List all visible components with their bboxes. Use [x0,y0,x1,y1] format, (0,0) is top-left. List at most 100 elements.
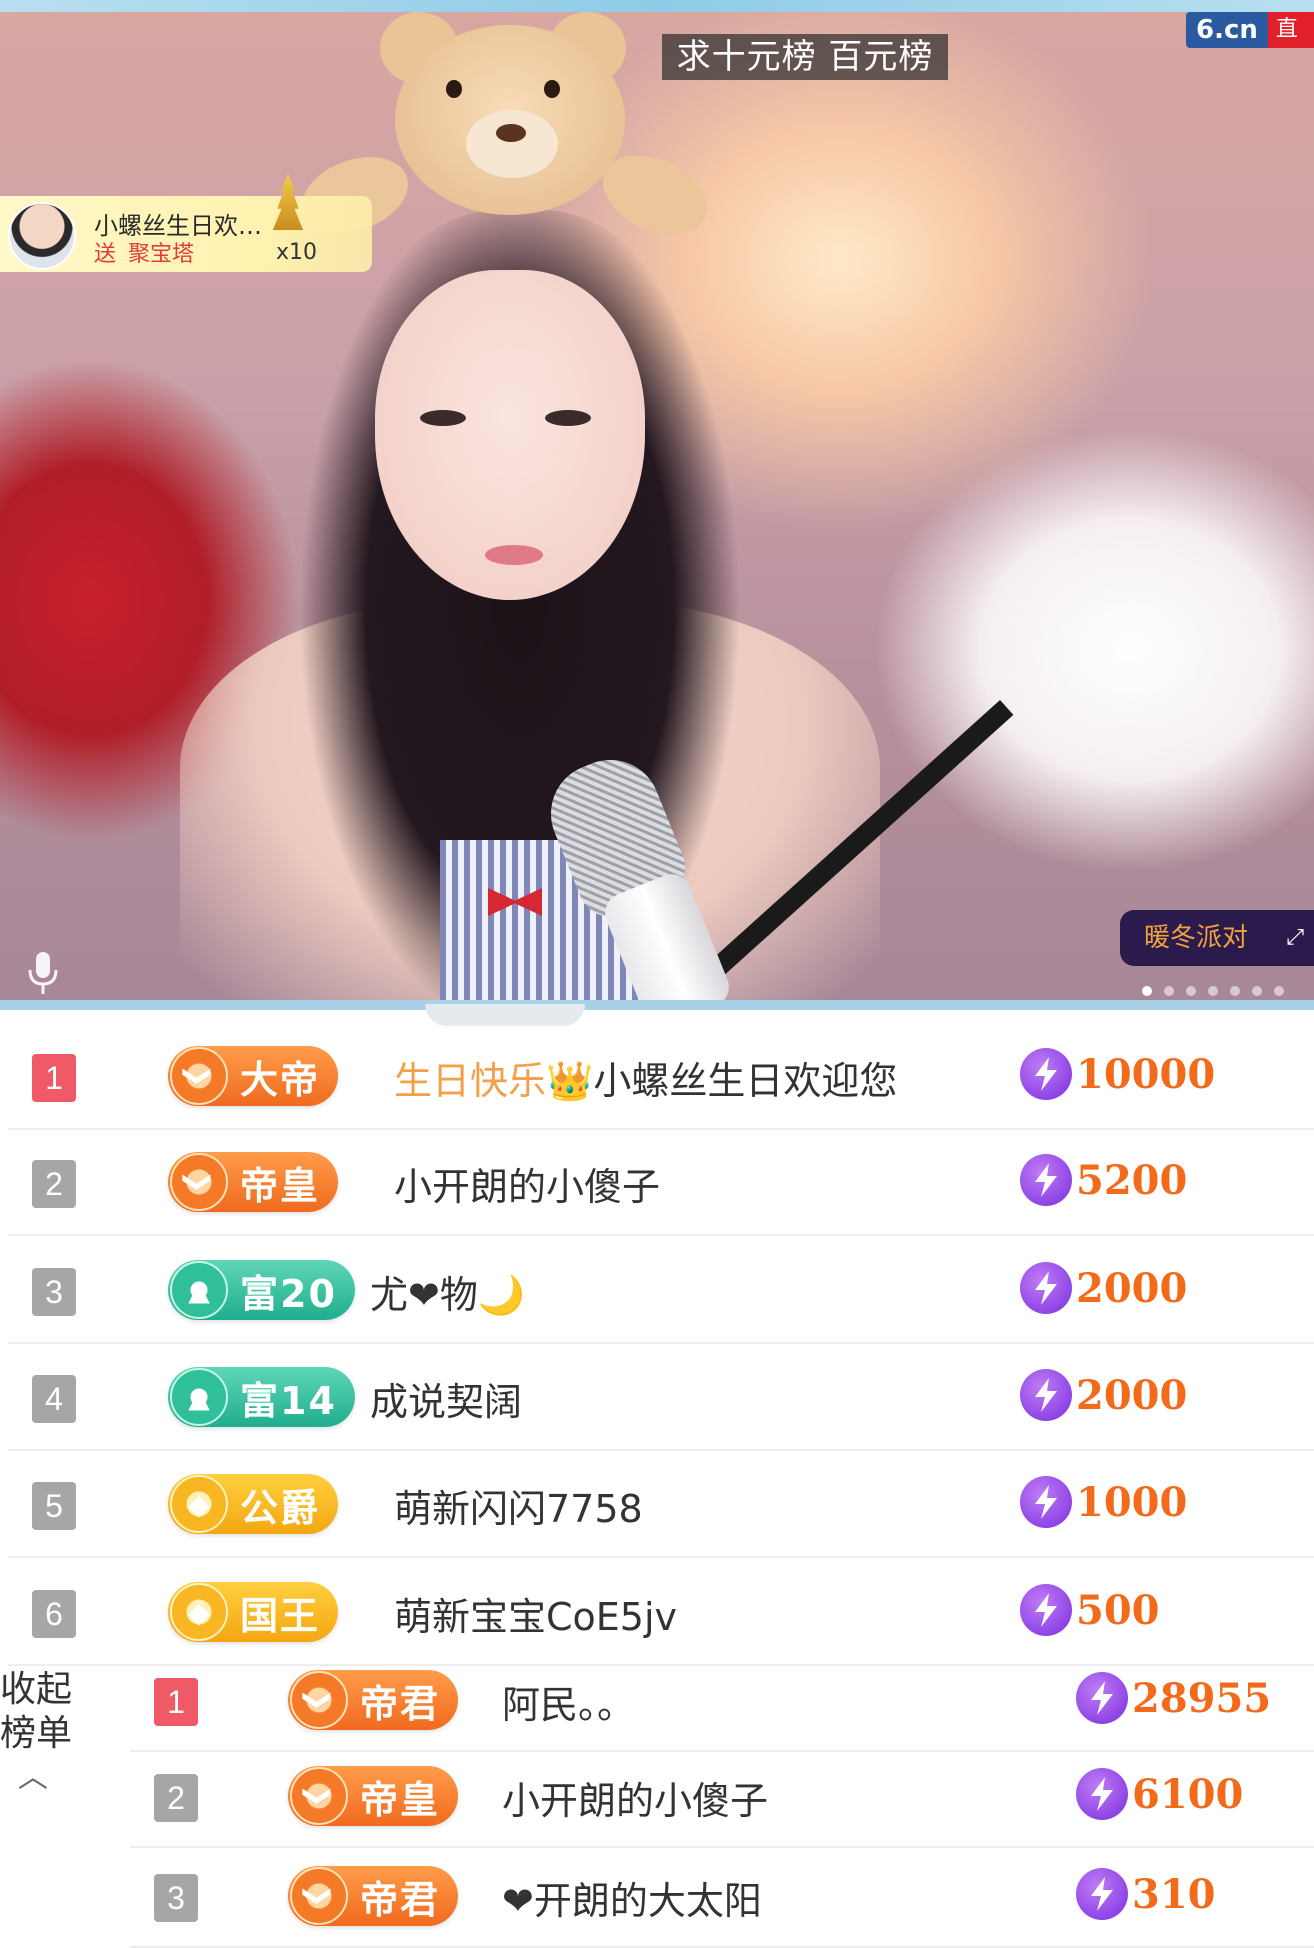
badge-label: 帝皇 [240,1163,321,1208]
site-logo[interactable]: 6.cn 直播 [1186,12,1314,48]
badge-label: 帝皇 [360,1777,441,1822]
table-row[interactable]: 2 ❯ 帝皇 小开朗的小傻子 5200 [8,1130,1314,1236]
lightning-icon [1020,1048,1072,1100]
score-value: 2000 [1076,1264,1188,1312]
score-value: 6100 [1132,1770,1244,1818]
username[interactable]: ❤开朗的大太阳 [502,1870,762,1925]
badge-label: 富20 [240,1271,337,1316]
table-row[interactable]: 4 ▲ 富14 成说契阔 2000 [8,1345,1314,1451]
lightning-icon [1020,1262,1072,1314]
username[interactable]: 生日快乐👑小螺丝生日欢迎您 [394,1050,897,1105]
carousel-dot[interactable] [1186,986,1196,996]
username-text: 阿民。。 [502,1683,636,1727]
table-row[interactable]: 5 ◆ 公爵 萌新闪闪7758 1000 [8,1452,1314,1558]
rank-number: 3 [154,1874,198,1922]
rank-number: 4 [32,1375,76,1423]
score-value: 2000 [1076,1371,1188,1419]
top-strip [0,0,1314,12]
gift-name: 聚宝塔 [128,242,195,267]
table-row[interactable]: 1 ❯ 大帝 生日快乐👑小螺丝生日欢迎您 10000 [8,1024,1314,1130]
contribution-score: 2000 [1020,1262,1187,1314]
carousel-dot[interactable] [1142,986,1152,996]
party-label: 暖冬派对 [1144,923,1249,953]
bear-eye-left [446,80,462,98]
gift-count: x10 [276,240,318,265]
username-text: 萌新闪闪7758 [394,1487,643,1531]
score-value: 500 [1076,1586,1160,1634]
collapse-label-line2: 榜单 [0,1713,73,1754]
username[interactable]: 阿民。。 [502,1674,635,1729]
carousel-dots[interactable] [1142,986,1284,996]
badge-label: 大帝 [240,1057,321,1102]
contribution-score: 10000 [1020,1048,1215,1100]
carousel-dot[interactable] [1252,986,1262,996]
rank-number: 2 [32,1160,76,1208]
badge-label: 帝君 [360,1681,441,1726]
lightning-icon [1020,1154,1072,1206]
live-video[interactable]: 求十元榜 百元榜 6.cn 直播 小螺丝生日欢… 送聚宝塔 x10 暖冬派对 ⤢ [0,0,1314,1000]
expand-icon[interactable]: ⤢ [1286,910,1304,966]
lightning-icon [1076,1868,1128,1920]
bear-muzzle [466,110,558,178]
contribution-score: 2000 [1020,1369,1187,1421]
crown-icon: 👑 [546,1059,594,1103]
noble-rank-icon: ❯ [170,1047,228,1105]
lightning-icon [1076,1672,1128,1724]
carousel-dot[interactable] [1164,986,1174,996]
contribution-score: 310 [1076,1868,1216,1920]
badge-label: 国王 [240,1593,321,1638]
badge-label: 公爵 [240,1485,321,1530]
username-text: 尤❤物🌙 [370,1273,526,1317]
pagoda-gift-icon [272,174,304,230]
gift-toast: 小螺丝生日欢… 送聚宝塔 x10 [0,174,372,272]
gift-send-label: 送 [94,242,117,267]
collapse-ranking-button[interactable]: 收起 榜单 ︿ [0,1668,80,1800]
table-row[interactable]: 2 ❯ 帝皇 小开朗的小傻子 6100 [130,1748,1314,1848]
level-badge: ❯ 大帝 [168,1046,339,1106]
carousel-dot[interactable] [1274,986,1284,996]
drag-handle[interactable] [425,1004,585,1026]
rank-number: 2 [154,1774,198,1822]
collapse-label-line1: 收起 [0,1669,73,1710]
bear-nose [496,124,526,142]
noble-rank-icon: ❯ [290,1671,348,1729]
table-row[interactable]: 3 ❯ 帝君 ❤开朗的大太阳 310 [130,1848,1314,1948]
lightning-icon [1076,1768,1128,1820]
score-value: 1000 [1076,1478,1188,1526]
lightning-icon [1020,1476,1072,1528]
username-text: 成说契阔 [370,1380,523,1424]
carousel-dot[interactable] [1208,986,1218,996]
party-event-button[interactable]: 暖冬派对 ⤢ [1120,910,1314,966]
avatar[interactable] [8,202,76,270]
rank-number: 3 [32,1268,76,1316]
username[interactable]: 萌新闪闪7758 [394,1478,643,1533]
score-value: 5200 [1076,1156,1188,1204]
gift-description: 送聚宝塔 [94,236,194,268]
noble-rank-icon: ❯ [170,1153,228,1211]
level-badge: ❯ 帝君 [288,1866,459,1926]
level-badge: ◆ 公爵 [168,1474,339,1534]
streamer-eye-right [545,410,591,426]
streamer-eye-left [420,410,466,426]
video-bottom-bar [0,1000,1314,1010]
username-text: 小开朗的小傻子 [394,1165,661,1209]
table-row[interactable]: 3 ▲ 富20 尤❤物🌙 2000 [8,1238,1314,1344]
noble-rank-icon: ❯ [290,1767,348,1825]
username[interactable]: 成说契阔 [370,1371,522,1426]
username[interactable]: 尤❤物🌙 [370,1264,525,1319]
level-badge: ❯ 帝君 [288,1670,459,1730]
table-row[interactable]: 1 ❯ 帝君 阿民。。 28955 [130,1652,1314,1752]
score-value: 28955 [1132,1674,1272,1722]
table-row[interactable]: 6 ◆ 国王 萌新宝宝CoE5jv 500 [8,1560,1314,1666]
microphone-icon[interactable] [26,950,60,996]
rank-number: 5 [32,1482,76,1530]
username[interactable]: 小开朗的小傻子 [394,1156,660,1211]
wealth-level-icon: ▲ [170,1368,228,1426]
username[interactable]: 小开朗的小傻子 [502,1770,768,1825]
badge-label: 富14 [240,1378,337,1423]
noble-rank-icon: ◆ [170,1583,228,1641]
noble-rank-icon: ❯ [290,1867,348,1925]
contribution-score: 500 [1020,1584,1160,1636]
carousel-dot[interactable] [1230,986,1240,996]
username[interactable]: 萌新宝宝CoE5jv [394,1586,677,1641]
